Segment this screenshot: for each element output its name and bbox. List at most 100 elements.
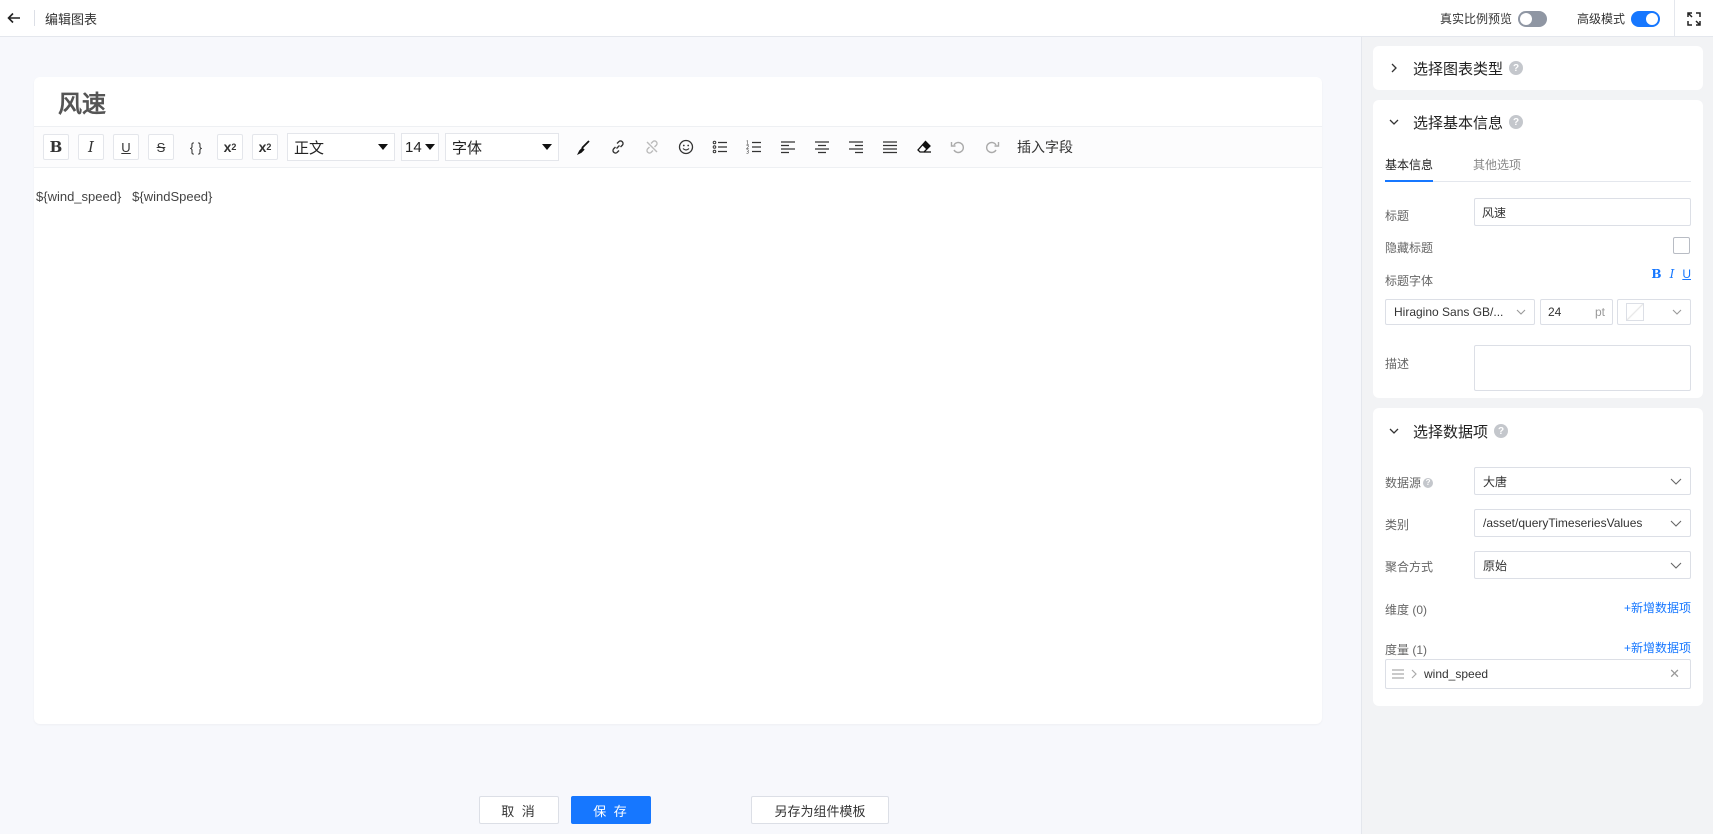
description-textarea[interactable] xyxy=(1474,345,1691,391)
title-color-select[interactable] xyxy=(1617,299,1691,325)
category-value: /asset/queryTimeseriesValues xyxy=(1483,516,1643,530)
bullet-list-icon xyxy=(712,140,727,154)
title-underline-button[interactable]: U xyxy=(1682,267,1691,281)
chevron-down-icon xyxy=(1670,559,1682,571)
section-data-items-title: 选择数据项 xyxy=(1413,423,1489,441)
eraser-icon xyxy=(917,140,931,153)
strikethrough-button[interactable]: S xyxy=(148,134,174,160)
section-chart-type-header[interactable]: 选择图表类型 ? xyxy=(1373,46,1703,90)
code-button[interactable]: { } xyxy=(183,134,209,160)
section-chart-type-title: 选择图表类型 xyxy=(1413,60,1504,78)
subscript-button[interactable]: x2 xyxy=(252,134,278,160)
help-icon[interactable]: ? xyxy=(1509,115,1524,129)
title-bold-button[interactable]: B xyxy=(1651,267,1661,281)
align-justify-button[interactable] xyxy=(877,134,903,160)
title-font-size-input[interactable]: 24 pt xyxy=(1540,299,1613,325)
title-font-style: B I U xyxy=(1651,267,1691,281)
save-button[interactable]: 保 存 xyxy=(571,796,651,824)
tab-other-options[interactable]: 其他选项 xyxy=(1473,156,1521,182)
font-family-select[interactable]: 字体 xyxy=(445,133,559,161)
smile-icon xyxy=(678,139,694,155)
caret-down-icon xyxy=(542,144,552,150)
text-color-button[interactable] xyxy=(571,134,597,160)
config-panel: 选择图表类型 ? 选择基本信息 ? 基本信息 其他选项 标题 风速 隐藏标题 标… xyxy=(1361,37,1713,834)
title-italic-button[interactable]: I xyxy=(1670,267,1675,281)
fullscreen-button[interactable] xyxy=(1675,0,1713,37)
aggregation-select[interactable]: 原始 xyxy=(1474,551,1691,579)
ordered-list-icon: 123 xyxy=(746,141,761,155)
drag-handle-icon[interactable] xyxy=(1392,669,1404,679)
add-measure-button[interactable]: +新增数据项 xyxy=(1624,639,1691,656)
datasource-label: 数据源 ? xyxy=(1385,474,1434,491)
redo-icon xyxy=(986,141,1000,154)
category-select[interactable]: /asset/queryTimeseriesValues xyxy=(1474,509,1691,537)
back-button[interactable] xyxy=(0,3,28,33)
advanced-mode-toggle[interactable] xyxy=(1631,10,1660,27)
underline-button[interactable]: U xyxy=(113,134,139,160)
paragraph-select[interactable]: 正文 xyxy=(287,133,395,161)
help-icon[interactable]: ? xyxy=(1494,424,1509,438)
superscript-button[interactable]: x2 xyxy=(217,134,243,160)
help-icon[interactable]: ? xyxy=(1509,61,1524,75)
link-button[interactable] xyxy=(605,134,631,160)
rich-text-toolbar: B I U S { } x2 x2 正文 14 字体 123 插入字段 xyxy=(34,126,1322,168)
add-dimension-button[interactable]: +新增数据项 xyxy=(1624,599,1691,616)
datasource-select[interactable]: 大唐 xyxy=(1474,467,1691,495)
hide-title-checkbox[interactable] xyxy=(1673,237,1690,254)
toggle-knob xyxy=(1646,12,1658,25)
font-family-select-value: 字体 xyxy=(452,139,483,157)
color-swatch xyxy=(1626,303,1644,321)
align-left-button[interactable] xyxy=(775,134,801,160)
save-as-template-button[interactable]: 另存为组件模板 xyxy=(751,796,889,824)
font-size-select[interactable]: 14 xyxy=(401,133,439,161)
cancel-button[interactable]: 取 消 xyxy=(479,796,559,824)
section-basic-info: 选择基本信息 ? 基本信息 其他选项 标题 风速 隐藏标题 标题字体 B I U… xyxy=(1373,100,1703,398)
insert-field-button[interactable]: 插入字段 xyxy=(1013,134,1077,160)
chevron-right-icon[interactable] xyxy=(1410,669,1418,679)
editor-card: 风速 B I U S { } x2 x2 正文 14 字体 123 插入字段 $… xyxy=(34,77,1322,724)
bullet-list-button[interactable] xyxy=(707,134,733,160)
section-data-items: 选择数据项 ? 数据源 ? 大唐 类别 /asset/queryTimeseri… xyxy=(1373,408,1703,706)
hide-title-label: 隐藏标题 xyxy=(1385,241,1434,255)
italic-button[interactable]: I xyxy=(78,134,104,160)
align-center-button[interactable] xyxy=(809,134,835,160)
measure-item[interactable]: wind_speed ✕ xyxy=(1385,659,1691,689)
section-data-items-header[interactable]: 选择数据项 ? xyxy=(1373,408,1703,454)
help-icon[interactable]: ? xyxy=(1423,477,1434,488)
advanced-mode-label: 高级模式 xyxy=(1576,12,1625,26)
emoji-button[interactable] xyxy=(673,134,699,160)
chart-title[interactable]: 风速 xyxy=(58,85,106,125)
close-icon[interactable]: ✕ xyxy=(1669,666,1680,682)
title-font-size-value: 24 xyxy=(1548,305,1562,319)
align-center-icon xyxy=(815,141,829,154)
title-input[interactable]: 风速 xyxy=(1474,198,1691,226)
bold-button[interactable]: B xyxy=(43,134,69,160)
title-font-label: 标题字体 xyxy=(1385,274,1434,288)
ordered-list-button[interactable]: 123 xyxy=(741,134,767,160)
tab-basic-info[interactable]: 基本信息 xyxy=(1385,156,1434,182)
chevron-down-icon xyxy=(1670,475,1682,487)
align-justify-icon xyxy=(883,141,897,154)
caret-down-icon xyxy=(378,144,388,150)
real-ratio-toggle[interactable] xyxy=(1517,10,1547,27)
page-title: 编辑图表 xyxy=(45,11,98,27)
undo-button[interactable] xyxy=(945,134,971,160)
editor-content[interactable]: ${wind_speed} ${windSpeed} xyxy=(36,189,212,204)
redo-button[interactable] xyxy=(979,134,1005,160)
arrow-left-icon xyxy=(7,12,20,24)
section-basic-info-header[interactable]: 选择基本信息 ? xyxy=(1373,100,1703,144)
chevron-right-icon xyxy=(1389,63,1403,73)
title-font-family-select[interactable]: Hiragino Sans GB/... xyxy=(1385,299,1535,325)
unlink-button[interactable] xyxy=(639,134,665,160)
aggregation-value: 原始 xyxy=(1483,558,1508,573)
clear-format-button[interactable] xyxy=(911,134,937,160)
font-size-unit: pt xyxy=(1594,305,1605,319)
description-label: 描述 xyxy=(1385,357,1410,371)
align-right-button[interactable] xyxy=(843,134,869,160)
toggle-knob xyxy=(1519,12,1532,25)
aggregation-label: 聚合方式 xyxy=(1385,560,1434,574)
paragraph-select-value: 正文 xyxy=(294,139,325,157)
chevron-down-icon xyxy=(1672,307,1682,317)
brush-icon xyxy=(576,140,590,155)
align-left-icon xyxy=(781,141,795,154)
